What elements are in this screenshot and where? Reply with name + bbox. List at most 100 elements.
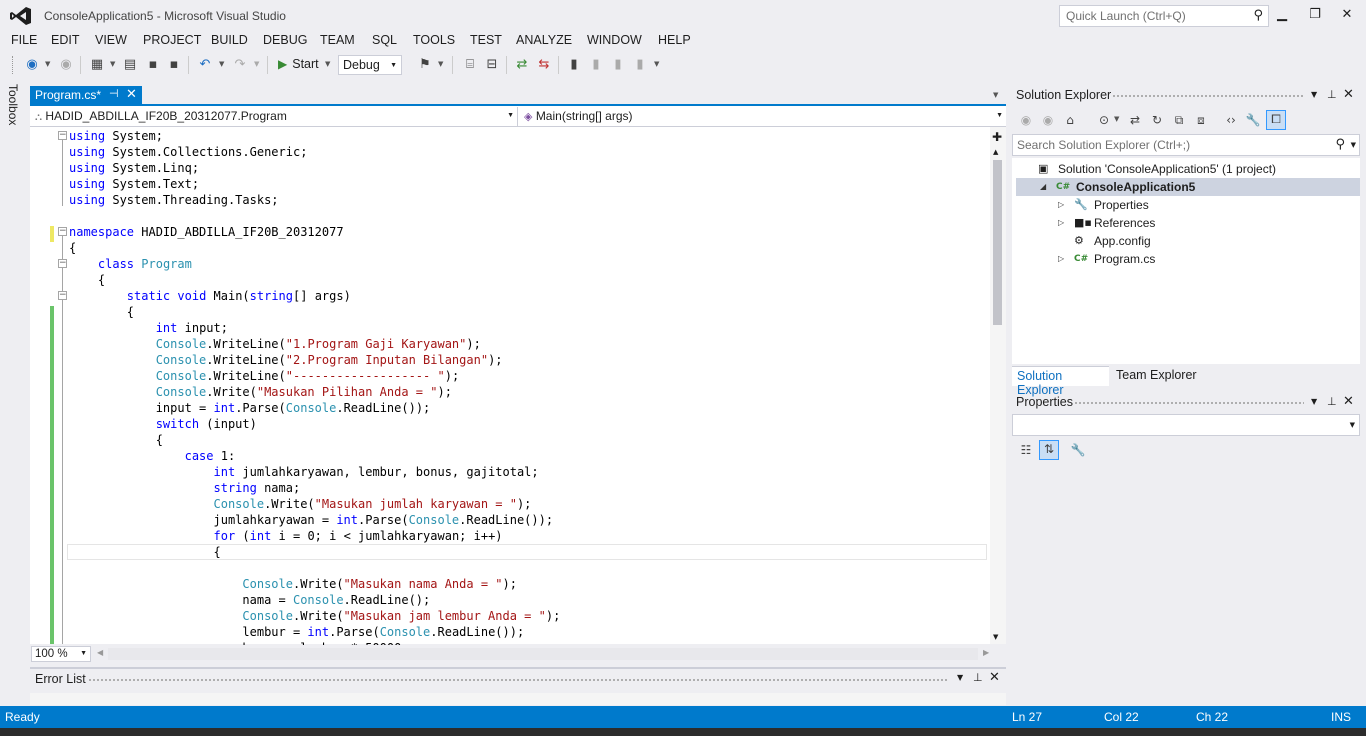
bookmark-icon[interactable]: ▮ (566, 57, 582, 73)
quick-launch-input[interactable]: Quick Launch (Ctrl+Q) ⚲ (1059, 5, 1269, 27)
menu-view[interactable]: VIEW (95, 33, 127, 47)
class-dropdown[interactable]: ⛬ HADID_ABDILLA_IF20B_20312077.Program ▼ (31, 107, 517, 126)
vertical-scroll-thumb[interactable] (993, 160, 1002, 325)
code-line[interactable]: using System.Text; (69, 176, 199, 192)
menu-test[interactable]: TEST (470, 33, 502, 47)
forward-icon[interactable]: ◉ (58, 57, 74, 73)
code-line[interactable]: Console.Write("Masukan jumlah karyawan =… (69, 496, 532, 512)
menu-analyze[interactable]: ANALYZE (516, 33, 572, 47)
code-line[interactable]: switch (input) (69, 416, 257, 432)
collapse-all-icon[interactable]: ⧉ (1171, 112, 1187, 128)
view-code-icon[interactable]: ‹› (1223, 112, 1239, 128)
pin-icon[interactable]: ⊥ (973, 671, 983, 684)
new-project-icon[interactable]: ▦ (89, 57, 105, 73)
collapse-node-icon[interactable]: ◢ (1040, 182, 1046, 191)
code-line[interactable]: int input; (69, 320, 228, 336)
code-line[interactable]: using System; (69, 128, 163, 144)
undo-icon[interactable]: ↶ (197, 57, 213, 73)
attach-process-icon[interactable]: ⚑ (417, 57, 433, 73)
code-line[interactable]: class Program (69, 256, 192, 272)
solution-configuration-select[interactable]: Debug ▼ (338, 55, 402, 75)
redo-icon[interactable]: ↷ (232, 57, 248, 73)
restore-button[interactable]: ❐ (1301, 4, 1329, 26)
code-line[interactable]: { (69, 304, 134, 320)
tree-item[interactable]: Properties (1094, 196, 1149, 214)
pane-grip[interactable] (1112, 94, 1304, 99)
new-project-dropdown-icon[interactable]: ▼ (110, 60, 115, 68)
code-line[interactable]: using System.Threading.Tasks; (69, 192, 279, 208)
tree-item[interactable]: ConsoleApplication5 (1076, 178, 1195, 196)
code-line[interactable]: int jumlahkaryawan, lembur, bonus, gajit… (69, 464, 539, 480)
menu-sql[interactable]: SQL (372, 33, 397, 47)
code-line[interactable]: static void Main(string[] args) (69, 288, 351, 304)
pin-icon[interactable]: ⊣ (109, 87, 119, 100)
code-line[interactable]: lembur = int.Parse(Console.ReadLine()); (69, 624, 524, 640)
tree-item[interactable]: Solution 'ConsoleApplication5' (1 projec… (1058, 160, 1276, 178)
property-pages-icon[interactable]: 🔧 (1070, 442, 1086, 458)
toolbar-grip[interactable] (12, 56, 15, 74)
zoom-select[interactable]: 100 % ▼ (31, 646, 91, 662)
wrench-icon[interactable]: 🔧 (1245, 112, 1261, 128)
scroll-left-icon[interactable]: ◀ (97, 648, 103, 657)
properties-object-select[interactable]: ▼ (1012, 414, 1360, 436)
collapse-usings-icon[interactable]: − (58, 131, 67, 140)
search-options-icon[interactable]: ▼ (1351, 141, 1356, 149)
menu-window[interactable]: WINDOW (587, 33, 642, 47)
split-editor-icon[interactable]: ✚ (992, 130, 1002, 144)
collapse-class-icon[interactable]: − (58, 259, 67, 268)
categorized-icon[interactable]: ☷ (1018, 442, 1034, 458)
code-line[interactable]: namespace HADID_ABDILLA_IF20B_20312077 (69, 224, 344, 240)
back-icon[interactable]: ◉ (1018, 112, 1034, 128)
next-bookmark-icon[interactable]: ▮ (610, 57, 626, 73)
code-line[interactable]: Console.Write("Masukan nama Anda = "); (69, 576, 517, 592)
minimize-button[interactable]: ▁ (1268, 4, 1296, 26)
code-line[interactable]: jumlahkaryawan = int.Parse(Console.ReadL… (69, 512, 553, 528)
previous-bookmark-icon[interactable]: ▮ (588, 57, 604, 73)
preview-selected-icon[interactable]: ⧠ (1266, 110, 1286, 130)
pin-icon[interactable]: ⊥ (1327, 395, 1337, 408)
code-line[interactable]: { (69, 544, 220, 560)
pane-menu-icon[interactable]: ▼ (1311, 397, 1317, 406)
back-icon[interactable]: ◉ (24, 57, 40, 73)
menu-edit[interactable]: EDIT (51, 33, 79, 47)
tree-item[interactable]: References (1094, 214, 1155, 232)
pane-menu-icon[interactable]: ▼ (957, 673, 963, 682)
code-line[interactable]: Console.Write("Masukan Pilihan Anda = ")… (69, 384, 452, 400)
expand-node-icon[interactable]: ▷ (1058, 218, 1064, 227)
pending-changes-dropdown-icon[interactable]: ▼ (1114, 115, 1119, 123)
code-line[interactable]: { (69, 240, 76, 256)
scroll-down-icon[interactable]: ▼ (993, 633, 998, 641)
code-line[interactable]: using System.Collections.Generic; (69, 144, 307, 160)
code-line[interactable]: { (69, 272, 105, 288)
code-line[interactable]: nama = Console.ReadLine(); (69, 592, 430, 608)
sync-icon[interactable]: ⇄ (1127, 112, 1143, 128)
code-line[interactable]: Console.WriteLine("1.Program Gaji Karyaw… (69, 336, 481, 352)
toolbox-tab[interactable]: Toolbox (6, 84, 20, 125)
navigate-icon[interactable]: ⊟ (484, 57, 500, 73)
code-line[interactable]: Console.WriteLine("2.Program Inputan Bil… (69, 352, 503, 368)
open-file-icon[interactable]: ▤ (122, 57, 138, 73)
horizontal-scrollbar[interactable] (108, 648, 978, 660)
pane-grip[interactable] (88, 678, 948, 683)
find-in-files-icon[interactable]: ⌸ (462, 57, 478, 73)
code-line[interactable]: Console.WriteLine("------------------- "… (69, 368, 459, 384)
menu-debug[interactable]: DEBUG (263, 33, 307, 47)
attach-dropdown-icon[interactable]: ▼ (438, 60, 443, 68)
start-debugging-button[interactable]: ▶ Start (278, 57, 319, 71)
menu-file[interactable]: FILE (11, 33, 37, 47)
tab-program-cs[interactable]: Program.cs* ⊣ ✕ (30, 86, 142, 104)
home-icon[interactable]: ⌂ (1062, 112, 1078, 128)
menu-help[interactable]: HELP (658, 33, 691, 47)
undo-dropdown-icon[interactable]: ▼ (219, 60, 224, 68)
member-dropdown[interactable]: ◈ Main(string[] args) ▼ (520, 107, 1006, 126)
code-line[interactable]: case 1: (69, 448, 236, 464)
back-dropdown-icon[interactable]: ▼ (45, 60, 50, 68)
close-pane-icon[interactable]: ✕ (989, 670, 1000, 685)
code-line[interactable]: using System.Linq; (69, 160, 199, 176)
solution-explorer-search-input[interactable]: Search Solution Explorer (Ctrl+;) ⚲ ▼ (1012, 134, 1360, 156)
close-pane-icon[interactable]: ✕ (1343, 394, 1354, 409)
show-all-files-icon[interactable]: ⧈ (1193, 112, 1209, 128)
menu-project[interactable]: PROJECT (143, 33, 201, 47)
close-tab-icon[interactable]: ✕ (126, 86, 137, 102)
pane-splitter[interactable] (30, 667, 1006, 669)
